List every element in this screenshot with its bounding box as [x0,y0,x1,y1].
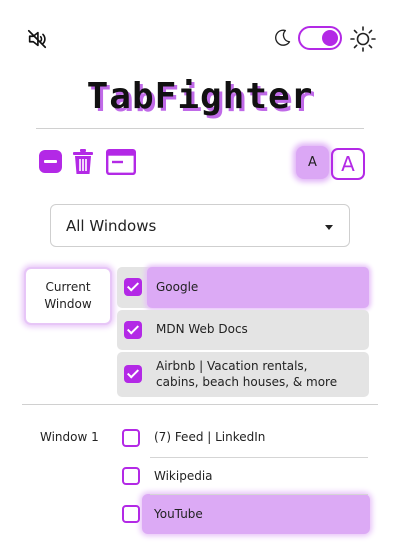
moon-icon [275,29,291,46]
speaker-mute-icon[interactable] [26,28,48,50]
trash-icon[interactable] [72,149,94,175]
tab-checkbox[interactable] [124,321,142,339]
sun-icon [350,26,376,52]
divider [150,494,368,495]
tab-row[interactable]: YouTube [117,496,369,532]
font-size-large-button[interactable]: A [331,148,365,180]
tab-checkbox[interactable] [122,467,140,485]
tab-row[interactable]: Wikipedia [117,458,369,494]
tab-row[interactable]: Airbnb | Vacation rentals, cabins, beach… [117,352,369,397]
tab-title: Google [156,280,199,294]
group-label-current-window[interactable]: Current Window [24,267,112,325]
tab-checkbox[interactable] [124,365,142,383]
tab-checkbox[interactable] [122,429,140,447]
window-select-value: All Windows [66,217,157,235]
tab-title: MDN Web Docs [156,322,248,336]
browser-window-icon[interactable] [106,149,136,175]
divider [22,404,378,405]
tab-row[interactable]: MDN Web Docs [117,310,369,350]
tab-row[interactable]: Google [117,267,369,308]
tab-title: Wikipedia [154,469,213,483]
font-size-small-button[interactable]: A [296,146,329,179]
tab-checkbox[interactable] [124,278,142,296]
divider [36,128,364,129]
tab-title: (7) Feed | LinkedIn [154,430,266,444]
toggle-knob [322,30,338,46]
tab-checkbox[interactable] [122,505,140,523]
theme-toggle[interactable] [298,26,342,50]
app-title: TabFighter [86,76,314,117]
minus-square-icon[interactable] [39,150,62,173]
tab-title: Airbnb | Vacation rentals, cabins, beach… [156,359,338,389]
tab-row[interactable]: (7) Feed | LinkedIn [117,420,369,456]
chevron-down-icon [325,225,333,230]
window-select[interactable]: All Windows [50,204,350,247]
tab-title: YouTube [154,507,203,521]
group-label-window-1[interactable]: Window 1 [40,430,99,444]
